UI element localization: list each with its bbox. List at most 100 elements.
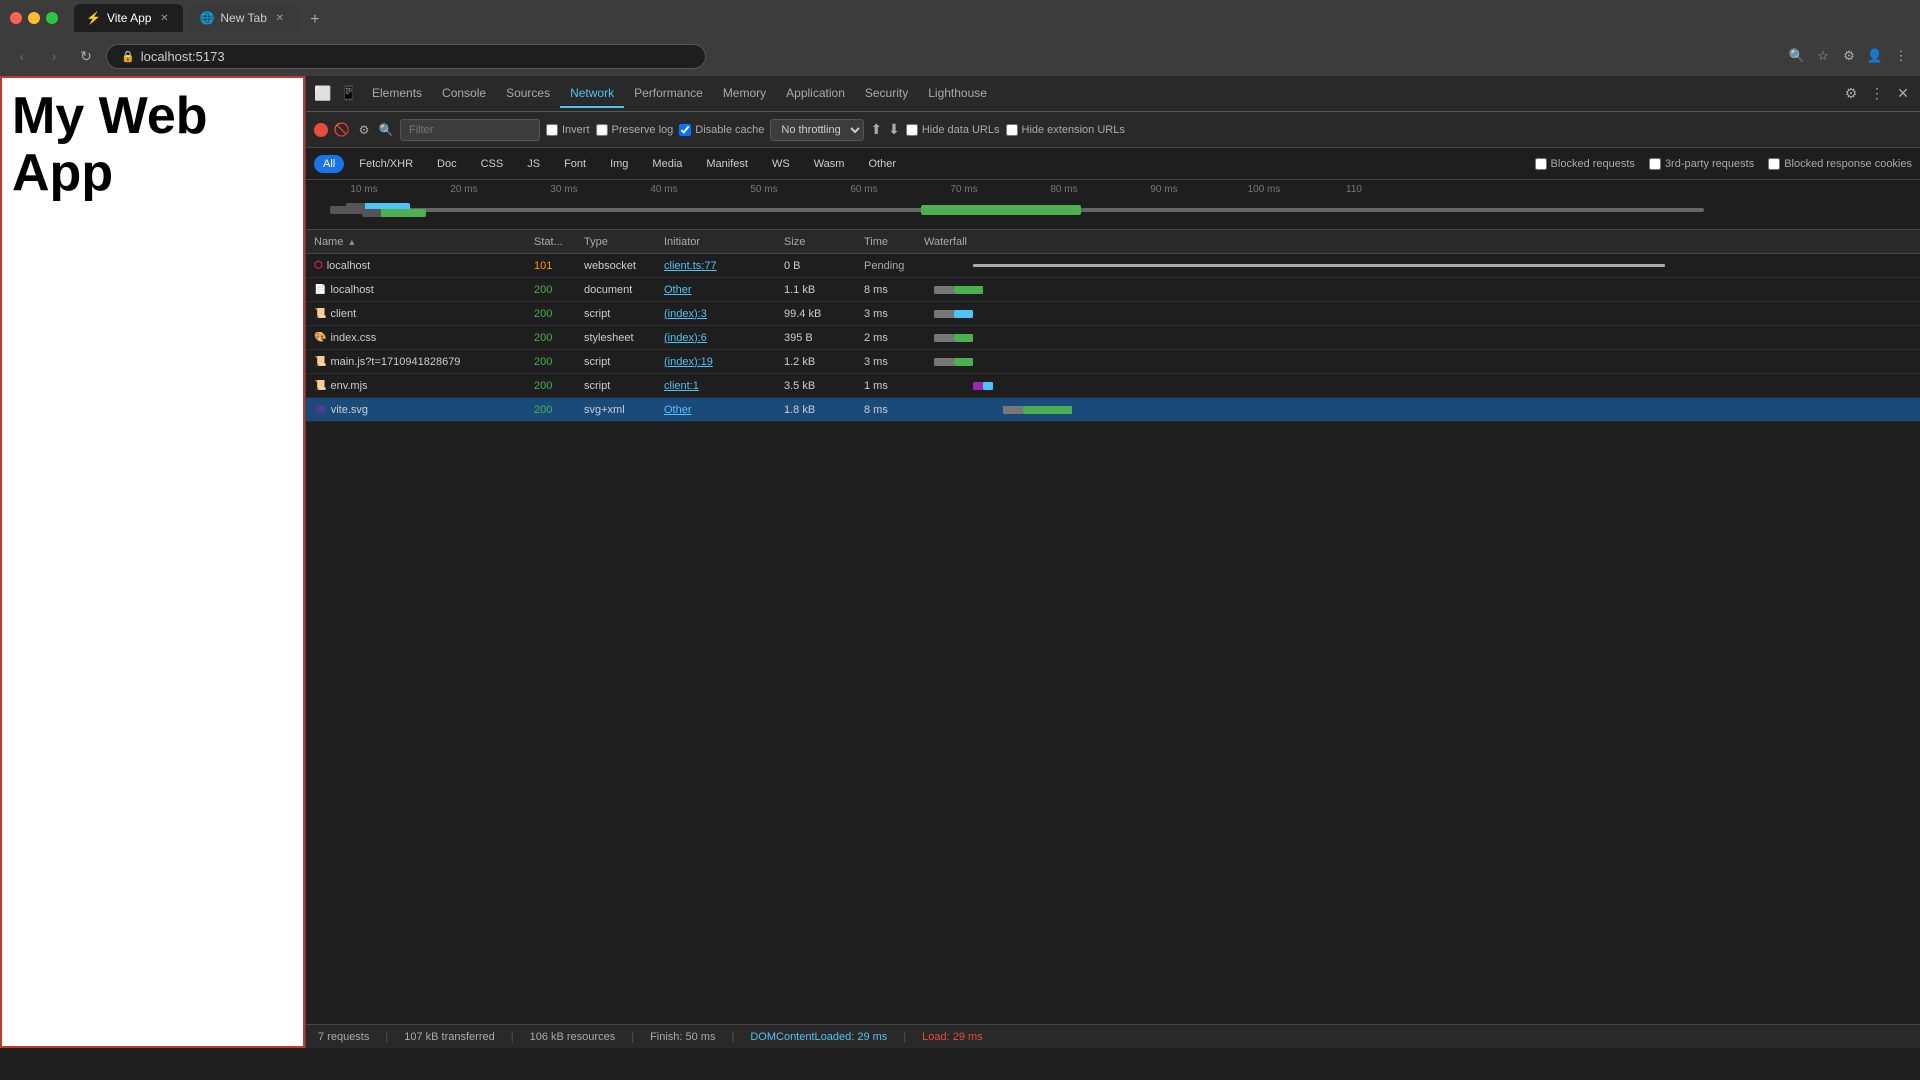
maximize-window-button[interactable] [46,12,58,24]
cell-initiator[interactable]: (index):19 [656,356,776,368]
timeline-label-90ms: 90 ms [1114,184,1214,195]
waterfall-bar-recv [954,310,974,318]
table-row-selected[interactable]: 🖼 vite.svg 200 svg+xml Other 1.8 kB 8 ms [306,398,1920,422]
tab-console[interactable]: Console [432,80,496,108]
hide-extension-urls-checkbox-label[interactable]: Hide extension URLs [1006,124,1125,136]
cell-type: document [576,284,656,296]
blocked-requests-checkbox-label[interactable]: Blocked requests [1535,158,1635,170]
cell-initiator[interactable]: client.ts:77 [656,260,776,272]
filter-img-button[interactable]: Img [601,155,637,173]
filter-all-button[interactable]: All [314,155,344,173]
cell-initiator[interactable]: client:1 [656,380,776,392]
cell-initiator[interactable]: Other [656,404,776,416]
table-row[interactable]: 📜 client 200 script (index):3 99.4 kB 3 … [306,302,1920,326]
filter-font-button[interactable]: Font [555,155,595,173]
cell-time: 2 ms [856,332,916,344]
download-icon[interactable]: ⬇ [888,121,900,138]
cell-size: 99.4 kB [776,308,856,320]
tab-sources[interactable]: Sources [496,80,560,108]
reload-button[interactable]: ↻ [74,44,98,68]
filter-ws-button[interactable]: WS [763,155,799,173]
record-button[interactable] [314,123,328,137]
row-name-text: localhost [330,284,373,296]
tab-elements[interactable]: Elements [362,80,432,108]
filter-doc-button[interactable]: Doc [428,155,466,173]
inspect-element-icon[interactable]: ⬜ [314,85,332,103]
clear-button[interactable]: 🚫 [334,122,350,138]
disable-cache-checkbox[interactable] [679,124,691,136]
filter-input[interactable] [400,119,540,141]
waterfall-bar-recv [954,334,974,342]
browser-chrome: ⚡ Vite App ✕ 🌐 New Tab ✕ + ‹ › ↻ 🔒 local… [0,0,1920,76]
back-button[interactable]: ‹ [10,44,34,68]
device-toolbar-icon[interactable]: 📱 [340,85,358,103]
cell-size: 3.5 kB [776,380,856,392]
filter-css-button[interactable]: CSS [472,155,513,173]
third-party-requests-checkbox[interactable] [1649,158,1661,170]
hide-extension-urls-checkbox[interactable] [1006,124,1018,136]
header-status: Stat... [526,236,576,248]
cell-initiator[interactable]: Other [656,284,776,296]
table-row[interactable]: 📜 main.js?t=1710941828679 200 script (in… [306,350,1920,374]
search-button[interactable]: 🔍 [378,122,394,138]
preserve-log-checkbox[interactable] [596,124,608,136]
extensions-icon[interactable]: ⚙ [1840,47,1858,65]
header-time: Time [856,236,916,248]
upload-icon[interactable]: ⬆ [870,121,882,138]
close-window-button[interactable] [10,12,22,24]
zoom-icon[interactable]: 🔍 [1788,47,1806,65]
more-options-icon[interactable]: ⋮ [1868,85,1886,103]
tab-application[interactable]: Application [776,80,855,108]
invert-checkbox[interactable] [546,124,558,136]
disable-cache-checkbox-label[interactable]: Disable cache [679,124,764,136]
preserve-log-checkbox-label[interactable]: Preserve log [596,124,674,136]
tab-security[interactable]: Security [855,80,918,108]
cell-size: 0 B [776,260,856,272]
timeline-label-60ms: 60 ms [814,184,914,195]
menu-icon[interactable]: ⋮ [1892,47,1910,65]
profile-icon[interactable]: 👤 [1866,47,1884,65]
tab-lighthouse[interactable]: Lighthouse [918,80,997,108]
table-row[interactable]: ⬡ localhost 101 websocket client.ts:77 0… [306,254,1920,278]
filter-icon[interactable]: ⚙ [356,122,372,138]
tab-new-close-button[interactable]: ✕ [273,11,287,25]
cell-status: 200 [526,332,576,344]
tab-new-tab[interactable]: 🌐 New Tab ✕ [187,4,298,32]
filter-media-button[interactable]: Media [643,155,691,173]
tab-performance[interactable]: Performance [624,80,713,108]
tab-memory[interactable]: Memory [713,80,776,108]
transferred-size: 107 kB transferred [404,1031,495,1043]
tab-network[interactable]: Network [560,80,624,108]
url-text: localhost:5173 [141,49,225,64]
minimize-window-button[interactable] [28,12,40,24]
third-party-requests-checkbox-label[interactable]: 3rd-party requests [1649,158,1754,170]
bookmark-icon[interactable]: ☆ [1814,47,1832,65]
cell-name-mainjs: 📜 main.js?t=1710941828679 [306,356,526,368]
hide-data-urls-checkbox[interactable] [906,124,918,136]
cell-waterfall [916,326,1920,350]
table-row[interactable]: 🎨 index.css 200 stylesheet (index):6 395… [306,326,1920,350]
hide-data-urls-checkbox-label[interactable]: Hide data URLs [906,124,1000,136]
table-row[interactable]: 📜 env.mjs 200 script client:1 3.5 kB 1 m… [306,374,1920,398]
filter-other-button[interactable]: Other [859,155,905,173]
new-tab-button[interactable]: + [303,8,327,32]
throttle-dropdown[interactable]: No throttling [770,119,864,141]
filter-manifest-button[interactable]: Manifest [697,155,757,173]
blocked-requests-checkbox[interactable] [1535,158,1547,170]
close-devtools-icon[interactable]: ✕ [1894,85,1912,103]
settings-icon[interactable]: ⚙ [1842,85,1860,103]
filter-wasm-button[interactable]: Wasm [805,155,854,173]
invert-checkbox-label[interactable]: Invert [546,124,590,136]
cell-initiator[interactable]: (index):6 [656,332,776,344]
table-row[interactable]: 📄 localhost 200 document Other 1.1 kB 8 … [306,278,1920,302]
tab-close-button[interactable]: ✕ [157,11,171,25]
blocked-cookies-checkbox-label[interactable]: Blocked response cookies [1768,158,1912,170]
tab-title-new: New Tab [220,11,266,25]
filter-js-button[interactable]: JS [518,155,549,173]
tab-vite-app[interactable]: ⚡ Vite App ✕ [74,4,183,32]
blocked-cookies-checkbox[interactable] [1768,158,1780,170]
filter-fetch-xhr-button[interactable]: Fetch/XHR [350,155,422,173]
forward-button[interactable]: › [42,44,66,68]
address-bar[interactable]: 🔒 localhost:5173 [106,44,706,69]
cell-initiator[interactable]: (index):3 [656,308,776,320]
